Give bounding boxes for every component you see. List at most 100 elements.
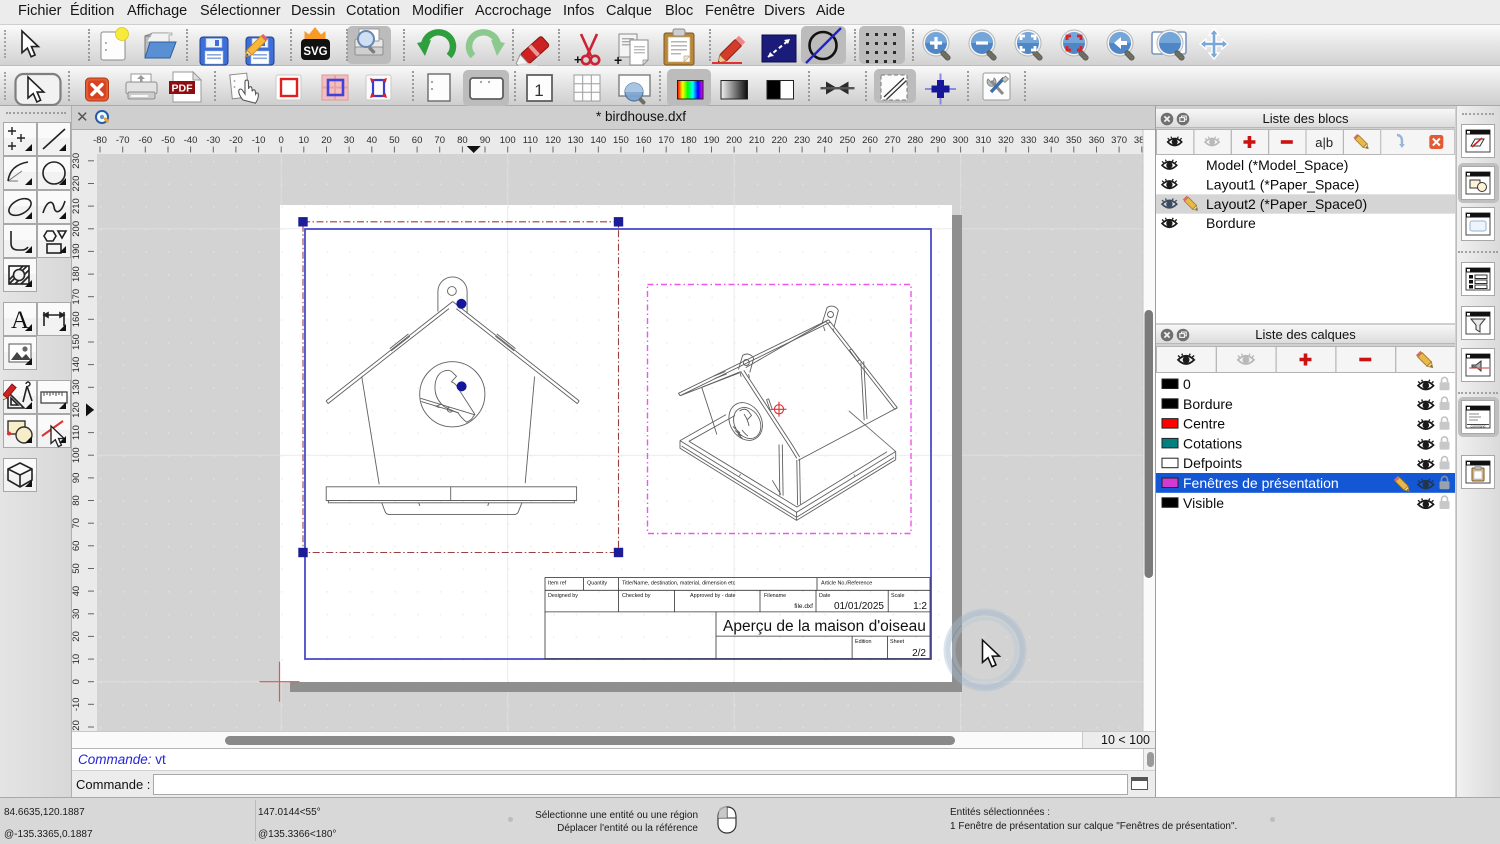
svg-text:60: 60 bbox=[412, 135, 423, 146]
svg-text:80: 80 bbox=[72, 495, 82, 506]
svg-text:+: + bbox=[614, 52, 622, 66]
svg-text:-20: -20 bbox=[72, 720, 82, 731]
svg-text:90: 90 bbox=[480, 135, 491, 146]
svg-text:Scale: Scale bbox=[891, 593, 905, 599]
svg-text:180: 180 bbox=[72, 266, 82, 282]
svg-text:Article No./Reference: Article No./Reference bbox=[821, 581, 872, 587]
svg-text:370: 370 bbox=[1111, 135, 1127, 146]
svg-text:170: 170 bbox=[72, 289, 82, 305]
svg-text:290: 290 bbox=[930, 135, 946, 146]
svg-text:210: 210 bbox=[72, 198, 82, 214]
svg-text:40: 40 bbox=[72, 586, 82, 597]
svg-text:160: 160 bbox=[72, 311, 82, 327]
svg-text:320: 320 bbox=[998, 135, 1014, 146]
svg-text:120: 120 bbox=[72, 402, 82, 418]
svg-text:command: command bbox=[1471, 425, 1486, 429]
svg-text:Bordure: Bordure bbox=[1206, 215, 1256, 231]
svg-text:120: 120 bbox=[545, 135, 561, 146]
svg-text:160: 160 bbox=[636, 135, 652, 146]
svg-text:0: 0 bbox=[1183, 376, 1191, 392]
svg-text:10: 10 bbox=[299, 135, 310, 146]
svg-text:210: 210 bbox=[749, 135, 765, 146]
svg-text:10: 10 bbox=[72, 654, 82, 665]
svg-text:350: 350 bbox=[1066, 135, 1082, 146]
svg-text:220: 220 bbox=[72, 176, 82, 192]
svg-text:20: 20 bbox=[321, 135, 332, 146]
svg-text:270: 270 bbox=[885, 135, 901, 146]
svg-text:Model (*Model_Space): Model (*Model_Space) bbox=[1206, 157, 1348, 173]
svg-text:180: 180 bbox=[681, 135, 697, 146]
svg-text:Quantity: Quantity bbox=[587, 581, 607, 587]
svg-text:Edition: Edition bbox=[855, 639, 871, 645]
svg-text:Sheet: Sheet bbox=[890, 639, 905, 645]
svg-text:Item ref: Item ref bbox=[548, 581, 567, 587]
svg-text:30: 30 bbox=[344, 135, 355, 146]
svg-text:360: 360 bbox=[1089, 135, 1105, 146]
svg-text:130: 130 bbox=[568, 135, 584, 146]
svg-text:Layout2 (*Paper_Space0): Layout2 (*Paper_Space0) bbox=[1206, 196, 1367, 212]
svg-text:70: 70 bbox=[434, 135, 445, 146]
svg-text:Title/Name, destination, mater: Title/Name, destination, material, dimen… bbox=[622, 581, 736, 587]
svg-text:230: 230 bbox=[794, 135, 810, 146]
svg-text:230: 230 bbox=[72, 153, 82, 169]
svg-text:Fenêtres de présentation: Fenêtres de présentation bbox=[1183, 475, 1339, 491]
svg-text:0: 0 bbox=[72, 679, 82, 684]
svg-text:100: 100 bbox=[72, 447, 82, 463]
svg-text:280: 280 bbox=[907, 135, 923, 146]
svg-text:20: 20 bbox=[72, 631, 82, 642]
svg-text:-70: -70 bbox=[116, 135, 130, 146]
svg-text:Aperçu de la maison d'oiseau: Aperçu de la maison d'oiseau bbox=[723, 618, 926, 635]
svg-text:60: 60 bbox=[72, 541, 82, 552]
svg-text:Defpoints: Defpoints bbox=[1183, 455, 1242, 471]
svg-text:30: 30 bbox=[72, 609, 82, 620]
svg-text:150: 150 bbox=[72, 334, 82, 350]
svg-text:250: 250 bbox=[839, 135, 855, 146]
svg-text:Approved by - date: Approved by - date bbox=[690, 593, 736, 599]
svg-text:-50: -50 bbox=[161, 135, 175, 146]
svg-text:80: 80 bbox=[457, 135, 468, 146]
svg-text:1: 1 bbox=[534, 81, 543, 100]
svg-text:Layout1 (*Paper_Space): Layout1 (*Paper_Space) bbox=[1206, 176, 1359, 192]
svg-text:PDF: PDF bbox=[172, 83, 194, 95]
svg-text:-60: -60 bbox=[138, 135, 152, 146]
svg-text:190: 190 bbox=[72, 243, 82, 259]
svg-text:Visible: Visible bbox=[1183, 495, 1224, 511]
svg-text:50: 50 bbox=[389, 135, 400, 146]
svg-text:170: 170 bbox=[658, 135, 674, 146]
svg-text:200: 200 bbox=[72, 221, 82, 237]
svg-text:70: 70 bbox=[72, 518, 82, 529]
svg-text:Checked by: Checked by bbox=[622, 593, 651, 599]
svg-text:310: 310 bbox=[975, 135, 991, 146]
svg-text:150: 150 bbox=[613, 135, 629, 146]
svg-text:300: 300 bbox=[953, 135, 969, 146]
svg-text:330: 330 bbox=[1021, 135, 1037, 146]
svg-text:file.dxf: file.dxf bbox=[794, 603, 813, 610]
svg-text:a|b: a|b bbox=[1315, 135, 1333, 150]
svg-text:-10: -10 bbox=[72, 697, 82, 711]
svg-text:Filename: Filename bbox=[764, 593, 786, 599]
svg-text:140: 140 bbox=[72, 357, 82, 373]
svg-text:110: 110 bbox=[523, 135, 538, 146]
svg-text:Cotations: Cotations bbox=[1183, 435, 1242, 451]
svg-text:50: 50 bbox=[72, 563, 82, 574]
svg-text:Bordure: Bordure bbox=[1183, 396, 1233, 412]
svg-text:200: 200 bbox=[726, 135, 742, 146]
svg-text:130: 130 bbox=[72, 379, 82, 395]
svg-text:1:2: 1:2 bbox=[913, 601, 927, 612]
svg-text:-20: -20 bbox=[229, 135, 243, 146]
svg-text:Date: Date bbox=[819, 593, 830, 599]
svg-text:+: + bbox=[574, 52, 582, 66]
svg-text:220: 220 bbox=[771, 135, 787, 146]
svg-text:100: 100 bbox=[500, 135, 516, 146]
svg-text:110: 110 bbox=[72, 425, 82, 440]
svg-text:240: 240 bbox=[817, 135, 833, 146]
svg-text:-30: -30 bbox=[206, 135, 220, 146]
svg-text:340: 340 bbox=[1043, 135, 1059, 146]
svg-text:-80: -80 bbox=[93, 135, 107, 146]
svg-text:Designed by: Designed by bbox=[548, 593, 578, 599]
svg-text:2/2: 2/2 bbox=[912, 648, 926, 659]
svg-text:140: 140 bbox=[590, 135, 606, 146]
svg-text:260: 260 bbox=[862, 135, 878, 146]
svg-text:90: 90 bbox=[72, 473, 82, 484]
svg-text:0: 0 bbox=[279, 135, 284, 146]
